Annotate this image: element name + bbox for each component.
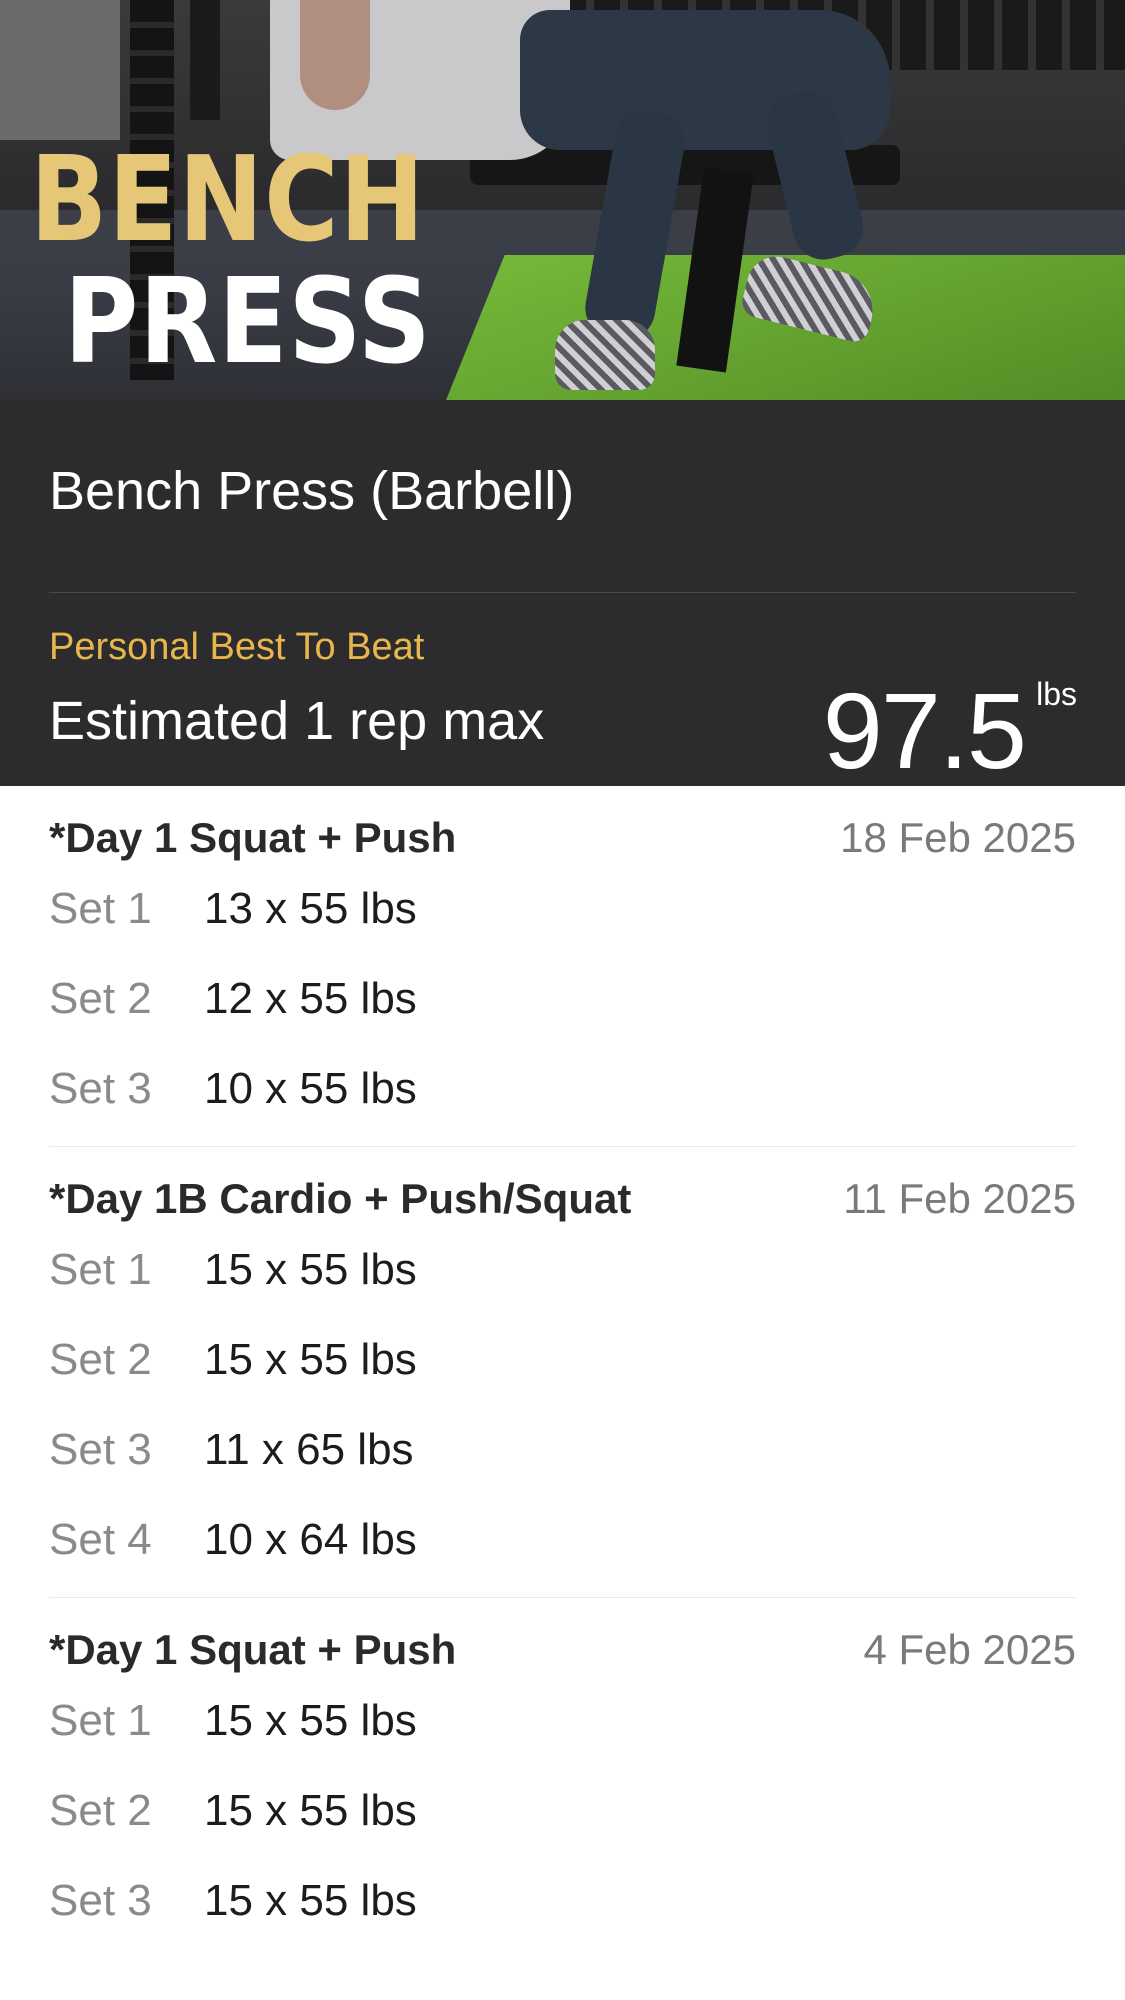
set-label: Set 4 [49, 1515, 152, 1564]
set-row: Set 2 15 x 55 lbs [49, 1766, 1076, 1856]
session-date: 18 Feb 2025 [840, 814, 1076, 861]
hero-title-line1: BENCH [30, 130, 426, 268]
personal-best-value: 97.5 [822, 670, 1027, 791]
exercise-info-panel: Bench Press (Barbell) Personal Best To B… [0, 400, 1125, 791]
divider [49, 592, 1076, 593]
set-label: Set 3 [49, 1876, 152, 1925]
session-card[interactable]: *Day 1B Cardio + Push/Squat 11 Feb 2025 … [49, 1147, 1076, 1598]
set-label: Set 3 [49, 1425, 152, 1474]
set-row: Set 1 15 x 55 lbs [49, 1676, 1076, 1766]
set-value: 10 x 64 lbs [204, 1515, 417, 1564]
set-label: Set 1 [49, 884, 152, 933]
set-row: Set 3 15 x 55 lbs [49, 1856, 1076, 1946]
set-label: Set 3 [49, 1064, 152, 1113]
set-value: 15 x 55 lbs [204, 1696, 417, 1745]
set-row: Set 1 15 x 55 lbs [49, 1225, 1076, 1315]
hero-lifter-arm [300, 0, 370, 110]
set-row: Set 2 15 x 55 lbs [49, 1315, 1076, 1405]
set-value: 15 x 55 lbs [204, 1335, 417, 1384]
set-value: 12 x 55 lbs [204, 974, 417, 1023]
session-name: *Day 1 Squat + Push [49, 814, 457, 861]
set-label: Set 1 [49, 1245, 152, 1294]
hero-wall [0, 0, 120, 140]
session-card[interactable]: *Day 1 Squat + Push 4 Feb 2025 Set 1 15 … [49, 1598, 1076, 1958]
session-header: *Day 1B Cardio + Push/Squat 11 Feb 2025 [49, 1175, 1076, 1225]
session-header: *Day 1 Squat + Push 18 Feb 2025 [49, 814, 1076, 864]
personal-best-unit: lbs [1036, 676, 1077, 712]
hero-title-line2: PRESS [64, 252, 432, 390]
set-row: Set 4 10 x 64 lbs [49, 1495, 1076, 1585]
set-value: 11 x 65 lbs [204, 1425, 414, 1474]
set-row: Set 3 10 x 55 lbs [49, 1044, 1076, 1134]
set-label: Set 1 [49, 1696, 152, 1745]
set-label: Set 2 [49, 1786, 152, 1835]
personal-best-label: Personal Best To Beat [49, 626, 425, 668]
set-value: 15 x 55 lbs [204, 1786, 417, 1835]
session-name: *Day 1B Cardio + Push/Squat [49, 1175, 632, 1222]
hero-rack-post [190, 0, 220, 120]
set-value: 15 x 55 lbs [204, 1876, 417, 1925]
hero-lifter-shoe [555, 320, 655, 390]
set-value: 15 x 55 lbs [204, 1245, 417, 1294]
session-header: *Day 1 Squat + Push 4 Feb 2025 [49, 1626, 1076, 1676]
session-name: *Day 1 Squat + Push [49, 1626, 457, 1673]
workout-history-list[interactable]: *Day 1 Squat + Push 18 Feb 2025 Set 1 13… [0, 786, 1125, 1958]
set-label: Set 2 [49, 974, 152, 1023]
exercise-hero-image: BENCH PRESS [0, 0, 1125, 400]
hero-title: BENCH PRESS [30, 140, 492, 380]
personal-best-metric: Estimated 1 rep max [49, 691, 545, 751]
set-row: Set 1 13 x 55 lbs [49, 864, 1076, 954]
set-value: 13 x 55 lbs [204, 884, 417, 933]
set-label: Set 2 [49, 1335, 152, 1384]
set-value: 10 x 55 lbs [204, 1064, 417, 1113]
set-row: Set 2 12 x 55 lbs [49, 954, 1076, 1044]
session-date: 11 Feb 2025 [843, 1175, 1076, 1222]
session-card[interactable]: *Day 1 Squat + Push 18 Feb 2025 Set 1 13… [49, 786, 1076, 1147]
exercise-name: Bench Press (Barbell) [49, 461, 575, 521]
session-date: 4 Feb 2025 [863, 1626, 1076, 1673]
set-row: Set 3 11 x 65 lbs [49, 1405, 1076, 1495]
